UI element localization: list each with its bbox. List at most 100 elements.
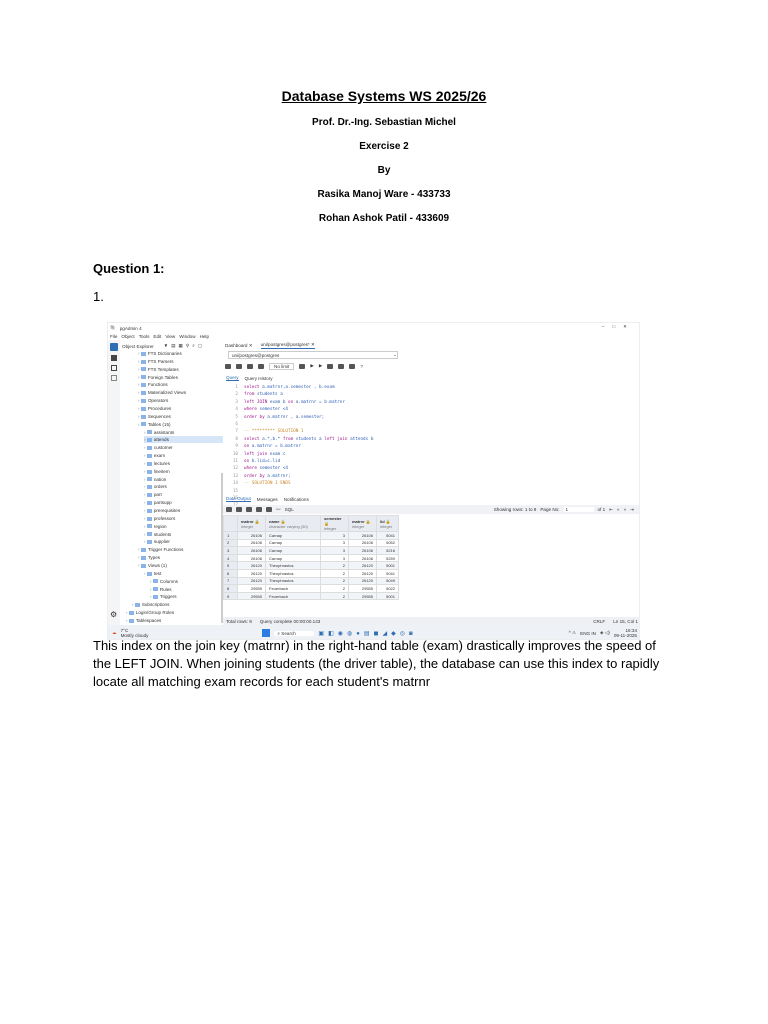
table-cell[interactable]: 26120 [348, 561, 377, 570]
stop-icon[interactable] [299, 363, 306, 369]
table-cell[interactable]: 2 [320, 568, 349, 578]
tree-item[interactable]: › lineitem [144, 468, 170, 475]
table-cell[interactable]: 2 [320, 561, 349, 570]
tree-item[interactable]: › nation [144, 476, 166, 483]
tree-item[interactable]: › Types [138, 554, 160, 561]
tree-item[interactable]: › Triggers [150, 593, 177, 600]
language-indicator[interactable]: ENG IN [580, 631, 596, 636]
tree-item[interactable]: › Rules [150, 586, 172, 593]
sql-editor[interactable]: 1 select a.matrnr,a.semester , b.exam 2 fro… [224, 384, 634, 508]
tab-messages[interactable]: Messages [257, 497, 278, 502]
table-cell[interactable]: 7 [223, 576, 238, 586]
limit-select[interactable]: No limit [269, 362, 295, 370]
tree-item[interactable]: › Subscriptions [132, 601, 169, 608]
tree-item[interactable]: › partsupp [144, 499, 172, 506]
table-row[interactable]: 7 26120 Theophrastos 2 26120 5049 [223, 576, 399, 586]
table-cell[interactable]: 26106 [348, 531, 377, 540]
table-cell[interactable]: Carnap [265, 531, 321, 540]
table-cell[interactable]: Carnap [265, 553, 321, 563]
table-cell[interactable]: 3 [320, 546, 349, 555]
tree-item[interactable]: › test [144, 570, 161, 577]
help-icon[interactable]: ? [360, 364, 363, 369]
paste-icon[interactable] [246, 507, 252, 512]
tree-item[interactable]: › Materialized Views [138, 389, 186, 396]
database-icon[interactable] [111, 355, 117, 361]
table-cell[interactable]: 26106 [348, 553, 377, 563]
settings-gear-icon[interactable]: ⚙ [110, 610, 117, 619]
table-row[interactable]: 1 26106 Carnap 3 26106 5041 [223, 531, 399, 540]
table-cell[interactable]: 5001 [376, 591, 399, 601]
table-cell[interactable]: Feuerbach [265, 584, 321, 593]
tree-item[interactable]: › students [144, 531, 171, 538]
table-cell[interactable]: Carnap [265, 546, 321, 555]
table-cell[interactable]: 5001 [376, 561, 399, 570]
page-input[interactable]: 1 [563, 507, 594, 512]
tray-icons[interactable]: ^ ⚠ [569, 630, 577, 636]
table-cell[interactable]: 2 [320, 591, 349, 601]
table-cell[interactable]: 5052 [376, 538, 399, 548]
table-row[interactable]: 3 26106 Carnap 3 26106 5216 [223, 546, 399, 555]
table-cell[interactable]: 26106 [237, 546, 266, 555]
table-cell[interactable]: 3 [320, 531, 349, 540]
tree-item[interactable]: › region [144, 523, 167, 530]
table-cell[interactable]: 26106 [237, 553, 266, 563]
table-cell[interactable]: 29555 [348, 584, 377, 593]
table-cell[interactable]: 2 [320, 584, 349, 593]
table-row[interactable]: 8 29555 Feuerbach 2 29555 5022 [223, 584, 399, 593]
window-controls[interactable]: –□✕ [602, 324, 635, 330]
tree-item[interactable]: › Login/Group Roles [126, 609, 174, 616]
terminal-icon[interactable] [111, 365, 117, 371]
table-cell[interactable]: Theophrastos [265, 561, 321, 570]
table-cell[interactable]: 26106 [237, 531, 266, 540]
table-cell[interactable]: 26120 [237, 576, 266, 586]
menu-edit[interactable]: Edit [153, 334, 161, 339]
tree-item[interactable]: › Sequences [138, 413, 171, 420]
table-cell[interactable]: 2 [320, 576, 349, 586]
tab-notifications[interactable]: Notifications [284, 497, 309, 502]
rollback-icon[interactable] [338, 363, 345, 369]
table-cell[interactable]: 5 [223, 561, 238, 570]
start-icon[interactable] [262, 629, 271, 637]
menu-tools[interactable]: Tools [139, 334, 150, 339]
menu-help[interactable]: Help [200, 334, 209, 339]
save-icon[interactable] [236, 363, 242, 369]
table-cell[interactable]: 5216 [376, 546, 399, 555]
table-cell[interactable]: 9 [223, 591, 238, 601]
menu-object[interactable]: Object [121, 334, 134, 339]
delete-icon[interactable] [256, 507, 262, 512]
macros-icon[interactable] [349, 363, 356, 369]
tree-item[interactable]: › attends [144, 436, 223, 444]
tree-item[interactable]: › exam [144, 452, 165, 459]
table-cell[interactable]: 4 [223, 553, 238, 563]
graph-icon[interactable]: 〰 [276, 507, 281, 513]
column-header[interactable]: matrnr 🔒 integer [348, 515, 377, 532]
taskbar-apps[interactable]: ▣◧◉◍●▤◼◢◆◎◙ [318, 630, 416, 637]
table-row[interactable]: 5 26120 Theophrastos 2 26120 5001 [223, 561, 399, 570]
menu-window[interactable]: Window [179, 334, 195, 339]
explorer-toolbar-icons[interactable]: ▼▤▦⚲⌕▢ [164, 343, 206, 349]
table-cell[interactable]: 29555 [237, 591, 266, 601]
filter-icon[interactable] [258, 363, 264, 369]
table-cell[interactable]: 26106 [237, 538, 266, 548]
tree-item[interactable]: › customer [144, 444, 173, 451]
tree-item[interactable]: › prerequisites [144, 507, 180, 514]
explain-icon[interactable]: ▶ [319, 363, 323, 369]
tree-item[interactable]: › part [144, 491, 162, 498]
copy-icon[interactable] [111, 375, 117, 381]
table-cell[interactable]: 3 [320, 538, 349, 548]
tree-item[interactable]: › supplier [144, 538, 170, 545]
column-header[interactable]: name 🔒 character varying (30) [265, 515, 321, 532]
tab-dashboard[interactable]: Dashboard ✕ [225, 343, 253, 349]
table-cell[interactable]: 6 [223, 568, 238, 578]
table-cell[interactable]: 5259 [376, 553, 399, 563]
connection-select[interactable]: uni/postgres@postgres ⌄ [228, 351, 398, 359]
table-cell[interactable]: 29555 [348, 591, 377, 601]
tree-item[interactable]: › assistants [144, 429, 174, 436]
menu-view[interactable]: View [165, 334, 175, 339]
tab-data-output[interactable]: Data Output [226, 496, 251, 502]
table-cell[interactable]: 26120 [348, 568, 377, 578]
tree-item[interactable]: › Columns [150, 578, 178, 585]
pagination-buttons[interactable]: ⇤«»⇥ [609, 507, 638, 513]
table-cell[interactable]: 1 [223, 531, 238, 540]
tree-item[interactable]: › FTS Parsers [138, 358, 174, 365]
